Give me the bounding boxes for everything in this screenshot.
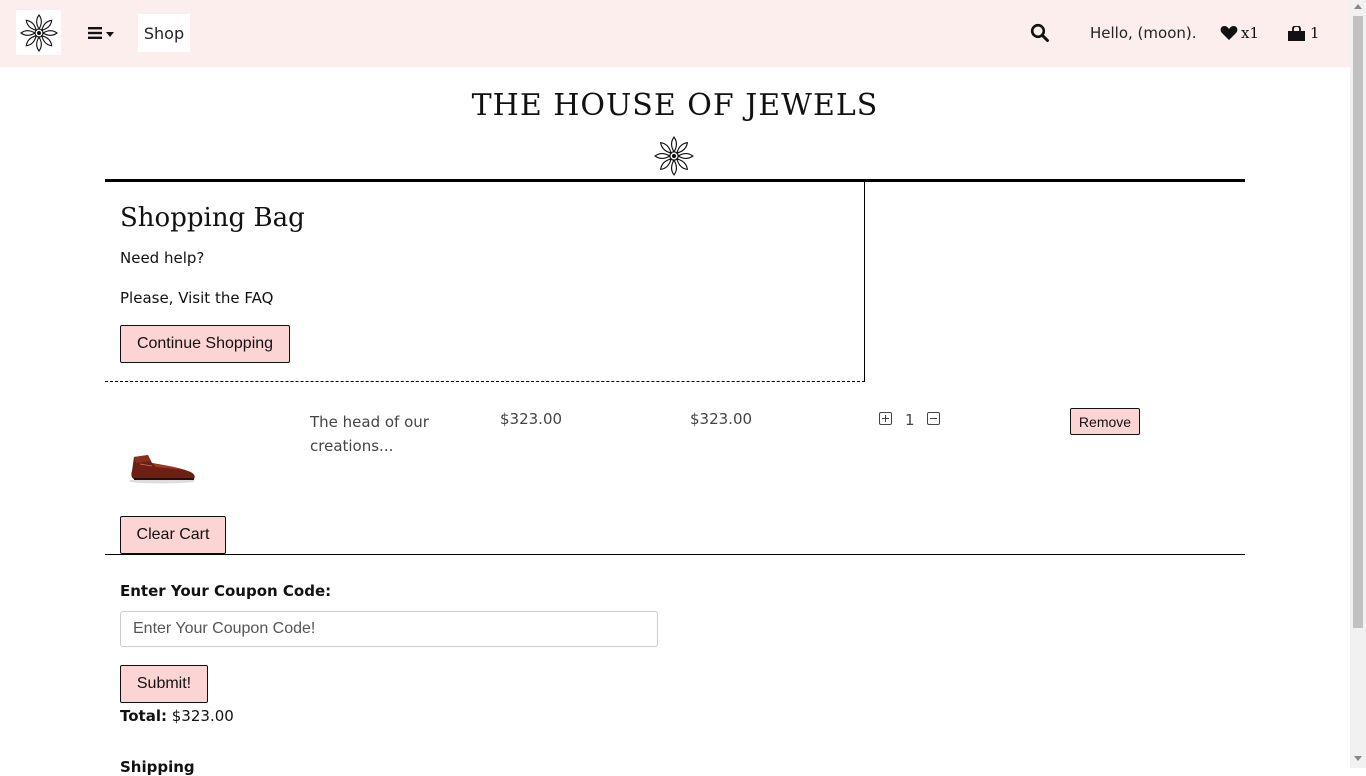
faq-link[interactable]: Please, Visit the FAQ xyxy=(120,289,273,307)
search-icon xyxy=(1030,23,1049,42)
page-scrollbar[interactable] xyxy=(1350,0,1366,768)
order-total: Total: $323.00 xyxy=(120,707,234,725)
bag-count: 1 xyxy=(1310,24,1320,42)
coupon-label: Enter Your Coupon Code: xyxy=(120,582,332,600)
chevron-down-icon xyxy=(106,31,114,37)
wishlist-link[interactable]: x1 xyxy=(1220,24,1259,42)
shopping-bag-icon xyxy=(1288,25,1305,41)
quantity-decrease-icon[interactable] xyxy=(927,412,940,425)
item-description: The head of our creations... xyxy=(310,413,429,455)
nav-shop-link[interactable]: Shop xyxy=(138,14,190,52)
cart-divider xyxy=(105,554,1245,555)
item-price: $323.00 xyxy=(500,410,563,428)
menu-dropdown-button[interactable] xyxy=(88,20,124,46)
total-value: $323.00 xyxy=(171,707,234,725)
flower-mandala-icon xyxy=(654,136,694,176)
item-subtotal: $323.00 xyxy=(690,410,753,428)
shopping-bag-link[interactable]: 1 xyxy=(1288,24,1320,42)
search-button[interactable] xyxy=(1030,23,1052,45)
site-logo[interactable] xyxy=(16,10,61,55)
wishlist-count: x1 xyxy=(1241,24,1260,42)
flower-mandala-icon xyxy=(19,13,58,52)
coupon-submit-button[interactable]: Submit! xyxy=(120,665,208,703)
scroll-up-arrow-icon[interactable] xyxy=(1354,4,1362,9)
product-image[interactable] xyxy=(126,445,198,485)
site-title: THE HOUSE OF JEWELS xyxy=(471,88,879,123)
continue-shopping-button[interactable]: Continue Shopping xyxy=(120,325,290,363)
quantity-increase-icon[interactable] xyxy=(879,412,892,425)
remove-item-button[interactable]: Remove xyxy=(1070,408,1140,435)
total-label: Total: xyxy=(120,707,167,725)
user-greeting[interactable]: Hello, (moon). xyxy=(1090,24,1197,42)
heart-icon xyxy=(1220,26,1238,40)
help-text: Need help? xyxy=(120,249,205,267)
hamburger-icon xyxy=(88,27,102,39)
page-title: Shopping Bag xyxy=(120,203,305,233)
item-quantity: 1 xyxy=(905,411,915,429)
scroll-down-arrow-icon[interactable] xyxy=(1354,756,1362,761)
clear-cart-button[interactable]: Clear Cart xyxy=(120,516,226,554)
coupon-code-input[interactable] xyxy=(120,611,658,647)
top-navbar: Shop Hello, (moon). x1 1 xyxy=(0,0,1350,67)
shipping-heading: Shipping xyxy=(120,758,195,776)
scrollbar-thumb[interactable] xyxy=(1353,16,1363,628)
